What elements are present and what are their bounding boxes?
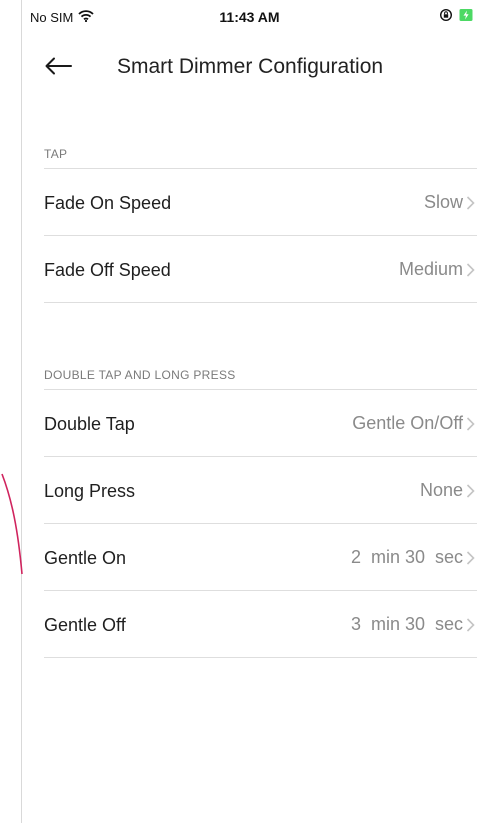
divider (44, 168, 477, 169)
row-label: Gentle Off (44, 615, 126, 635)
row-label: Fade Off Speed (44, 260, 171, 280)
divider (44, 590, 477, 591)
accent-curve-decoration (1, 473, 23, 575)
divider (44, 456, 477, 457)
row-label: Gentle On (44, 548, 127, 568)
section-header-tap: TAP (44, 147, 68, 161)
row-value: Medium (398, 259, 463, 279)
section-header-double-tap: DOUBLE TAP AND LONG PRESS (44, 368, 236, 382)
divider (44, 389, 477, 390)
status-right (439, 8, 473, 25)
divider (44, 235, 477, 236)
row-double-tap[interactable]: Double Tap Gentle On/Off (44, 391, 475, 457)
row-label: Double Tap (44, 414, 135, 434)
row-value: 3 min 30 sec (350, 614, 463, 634)
chevron-right-icon (466, 195, 475, 210)
row-label: Long Press (44, 481, 136, 501)
row-long-press[interactable]: Long Press None (44, 458, 475, 524)
row-fade-off-speed[interactable]: Fade Off Speed Medium (44, 237, 475, 303)
row-value: Slow (423, 192, 463, 212)
chevron-right-icon (466, 483, 475, 498)
chevron-right-icon (466, 416, 475, 431)
status-bar: No SIM 11:43 AM (22, 0, 477, 34)
divider (44, 657, 477, 658)
row-value: Gentle On/Off (352, 413, 463, 433)
row-value-group: 2 min 30 sec (351, 547, 475, 568)
row-value: 2 min 30 sec (350, 547, 463, 567)
back-button[interactable] (42, 52, 74, 80)
row-gentle-off[interactable]: Gentle Off 3 min 30 sec (44, 592, 475, 658)
row-value-group: None (420, 480, 475, 501)
chevron-right-icon (466, 550, 475, 565)
row-gentle-on[interactable]: Gentle On 2 min 30 sec (44, 525, 475, 591)
divider (44, 302, 477, 303)
arrow-left-icon (45, 57, 72, 75)
row-value-group: Slow (424, 192, 475, 213)
row-fade-on-speed[interactable]: Fade On Speed Slow (44, 170, 475, 236)
app-screen: No SIM 11:43 AM Smart Dimmer Configurati… (0, 0, 477, 823)
row-value-group: Medium (399, 259, 475, 280)
row-value-group: Gentle On/Off (352, 413, 475, 434)
row-value: None (419, 480, 463, 500)
battery-charging-icon (459, 8, 473, 25)
row-label: Fade On Speed (44, 193, 172, 213)
chevron-right-icon (466, 617, 475, 632)
row-value-group: 3 min 30 sec (351, 614, 475, 635)
navigation-bar: Smart Dimmer Configuration (22, 40, 477, 96)
page-title: Smart Dimmer Configuration (117, 55, 384, 78)
frame-edge (21, 0, 22, 823)
status-time: 11:43 AM (219, 9, 280, 25)
chevron-right-icon (466, 262, 475, 277)
divider (44, 523, 477, 524)
orientation-lock-icon (439, 8, 453, 25)
